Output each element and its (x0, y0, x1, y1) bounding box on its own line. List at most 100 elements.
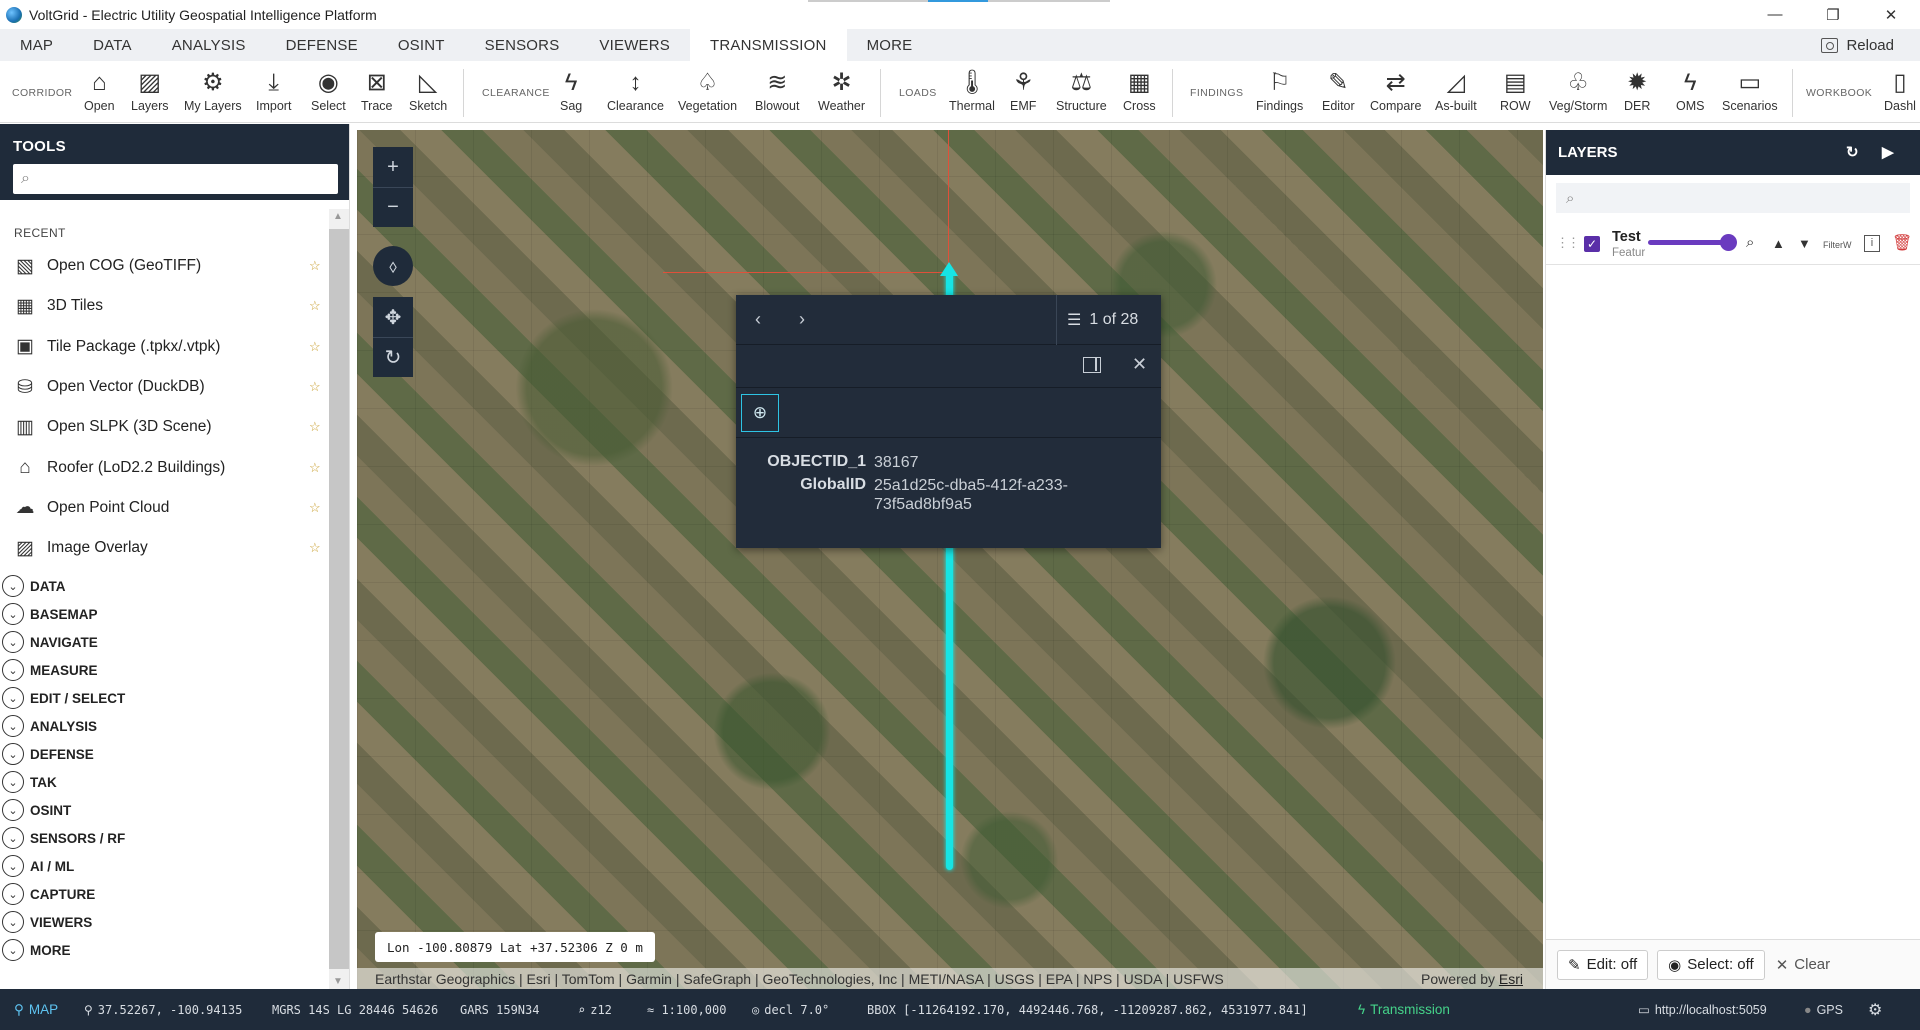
section-tak[interactable]: ⌄ TAK (0, 768, 349, 796)
rotate-icon[interactable]: ↻ (373, 337, 413, 377)
pan-move-icon[interactable]: ✥ (373, 297, 413, 337)
row-button[interactable]: ▤ ROW (1500, 68, 1531, 114)
star-icon[interactable]: ☆ (309, 460, 321, 476)
open-button[interactable]: ⌂ Open (84, 68, 115, 114)
play-icon[interactable]: ▶ (1882, 143, 1894, 161)
oms-button[interactable]: ϟ OMS (1676, 68, 1704, 114)
chevron-left-icon[interactable]: ‹ (736, 309, 780, 330)
restore-button[interactable]: ❐ (1804, 0, 1862, 29)
star-icon[interactable]: ☆ (309, 540, 321, 556)
menu-map[interactable]: MAP (0, 29, 73, 61)
map-mode-indicator[interactable]: ⚲ MAP (14, 989, 58, 1030)
scrollbar-thumb[interactable] (329, 229, 349, 969)
recent-item-3d-tiles[interactable]: ▦ 3D Tiles ☆ (0, 286, 349, 326)
recent-item-open-vector[interactable]: ⛁ Open Vector (DuckDB) ☆ (0, 367, 349, 407)
layer-row[interactable]: ⋮⋮ ✓ Test Featur ⌕ ▲ ▼ FilterW i 🗑︎ (1546, 225, 1920, 265)
scroll-up-arrow-icon[interactable]: ▲ (333, 211, 343, 222)
select-button[interactable]: ◉ Select (311, 68, 346, 114)
section-analysis[interactable]: ⌄ ANALYSIS (0, 712, 349, 740)
menu-osint[interactable]: OSINT (378, 29, 465, 61)
esri-link[interactable]: Esri (1499, 971, 1523, 987)
settings-gear-icon[interactable]: ⚙ (1868, 989, 1882, 1030)
veg-storm-button[interactable]: ♧ Veg/Storm (1549, 68, 1607, 114)
star-icon[interactable]: ☆ (309, 419, 321, 435)
section-more[interactable]: ⌄ MORE (0, 936, 349, 964)
import-button[interactable]: ⤓ Import (256, 68, 291, 114)
menu-data[interactable]: DATA (73, 29, 152, 61)
star-icon[interactable]: ☆ (309, 298, 321, 314)
move-up-icon[interactable]: ▲ (1772, 236, 1785, 251)
section-sensors-rf[interactable]: ⌄ SENSORS / RF (0, 824, 349, 852)
scenarios-button[interactable]: ▭ Scenarios (1722, 68, 1778, 114)
recent-item-tile-package[interactable]: ▣ Tile Package (.tpkx/.vtpk) ☆ (0, 327, 349, 367)
section-ai-ml[interactable]: ⌄ AI / ML (0, 852, 349, 880)
weather-button[interactable]: ✲ Weather (818, 68, 865, 114)
section-capture[interactable]: ⌄ CAPTURE (0, 880, 349, 908)
sag-button[interactable]: ϟ Sag (560, 68, 582, 114)
scroll-down-arrow-icon[interactable]: ▼ (333, 976, 343, 987)
menu-transmission[interactable]: TRANSMISSION (690, 29, 847, 61)
info-icon[interactable]: i (1864, 235, 1880, 252)
zoom-out-button[interactable]: − (373, 187, 413, 227)
reload-button[interactable]: Reload (1821, 29, 1894, 61)
minimize-button[interactable]: — (1746, 0, 1804, 29)
thermal-button[interactable]: 🌡︎ Thermal (949, 68, 995, 114)
layers-button[interactable]: ▨ Layers (131, 68, 169, 114)
close-button[interactable]: ✕ (1862, 0, 1920, 29)
star-icon[interactable]: ☆ (309, 500, 321, 516)
section-basemap[interactable]: ⌄ BASEMAP (0, 600, 349, 628)
menu-sensors[interactable]: SENSORS (465, 29, 580, 61)
layer-visibility-checkbox[interactable]: ✓ (1584, 236, 1600, 252)
tools-search-input[interactable]: ⌕ (13, 164, 338, 194)
blowout-button[interactable]: ≋ Blowout (755, 68, 799, 114)
move-down-icon[interactable]: ▼ (1798, 236, 1811, 251)
transmission-indicator[interactable]: ϟ Transmission (1358, 989, 1450, 1030)
my-layers-button[interactable]: ⚙ My Layers (184, 68, 242, 114)
clear-button[interactable]: ✕ Clear (1774, 956, 1830, 974)
trash-icon[interactable]: 🗑︎ (1892, 233, 1912, 253)
recent-item-open-cog[interactable]: ▧ Open COG (GeoTIFF) ☆ (0, 246, 349, 286)
slider-knob[interactable] (1720, 234, 1737, 251)
zoom-in-button[interactable]: + (373, 147, 413, 187)
section-data[interactable]: ⌄ DATA (0, 572, 349, 600)
dashboard-button[interactable]: ▯ Dashl (1884, 68, 1916, 114)
as-built-button[interactable]: ◿ As-built (1435, 68, 1477, 114)
star-icon[interactable]: ☆ (309, 339, 321, 355)
menu-defense[interactable]: DEFENSE (266, 29, 378, 61)
structure-button[interactable]: ⚖ Structure (1056, 68, 1107, 114)
recent-item-roofer[interactable]: ⌂ Roofer (LoD2.2 Buildings) ☆ (0, 447, 349, 487)
section-navigate[interactable]: ⌄ NAVIGATE (0, 628, 349, 656)
menu-viewers[interactable]: VIEWERS (579, 29, 690, 61)
section-edit-select[interactable]: ⌄ EDIT / SELECT (0, 684, 349, 712)
feature-count[interactable]: ☰ 1 of 28 (1056, 295, 1138, 345)
cross-button[interactable]: ▦ Cross (1123, 68, 1156, 114)
close-icon[interactable]: ✕ (1132, 354, 1147, 375)
sketch-button[interactable]: ◺ Sketch (409, 68, 447, 114)
section-viewers[interactable]: ⌄ VIEWERS (0, 908, 349, 936)
editor-button[interactable]: ✎ Editor (1322, 68, 1355, 114)
gps-indicator[interactable]: ● GPS (1804, 989, 1843, 1030)
layers-search-input[interactable]: ⌕ (1556, 183, 1910, 213)
drag-handle-icon[interactable]: ⋮⋮ (1556, 235, 1580, 251)
emf-button[interactable]: ⚘ EMF (1010, 68, 1036, 114)
compass-button[interactable]: ⬨ (373, 246, 413, 286)
dock-icon[interactable] (1083, 357, 1101, 373)
compare-button[interactable]: ⇄ Compare (1370, 68, 1421, 114)
findings-button[interactable]: ⚐ Findings (1256, 68, 1303, 114)
zoom-to-layer-icon[interactable]: ⌕ (1746, 234, 1754, 251)
chevron-right-icon[interactable]: › (780, 309, 824, 330)
menu-more[interactable]: MORE (847, 29, 933, 61)
star-icon[interactable]: ☆ (309, 258, 321, 274)
vegetation-button[interactable]: ♤ Vegetation (678, 68, 737, 114)
menu-analysis[interactable]: ANALYSIS (152, 29, 266, 61)
zoom-to-feature-icon[interactable]: ⊕ (741, 394, 779, 432)
refresh-icon[interactable]: ↻ (1846, 143, 1859, 161)
opacity-slider[interactable] (1648, 234, 1737, 251)
recent-item-open-slpk[interactable]: ▥ Open SLPK (3D Scene) ☆ (0, 407, 349, 447)
map-view[interactable]: + − ⬨ ✥ ↻ ‹ › ☰ 1 of 28 ✕ ⊕ OBJECTID_1 3… (357, 130, 1543, 989)
tools-scrollbar[interactable]: ▲ ▼ (329, 209, 349, 989)
recent-item-point-cloud[interactable]: ☁ Open Point Cloud ☆ (0, 488, 349, 528)
select-toggle-button[interactable]: ◉ Select: off (1657, 949, 1765, 980)
filter-label[interactable]: FilterW (1823, 240, 1852, 250)
trace-button[interactable]: ⊠ Trace (361, 68, 393, 114)
